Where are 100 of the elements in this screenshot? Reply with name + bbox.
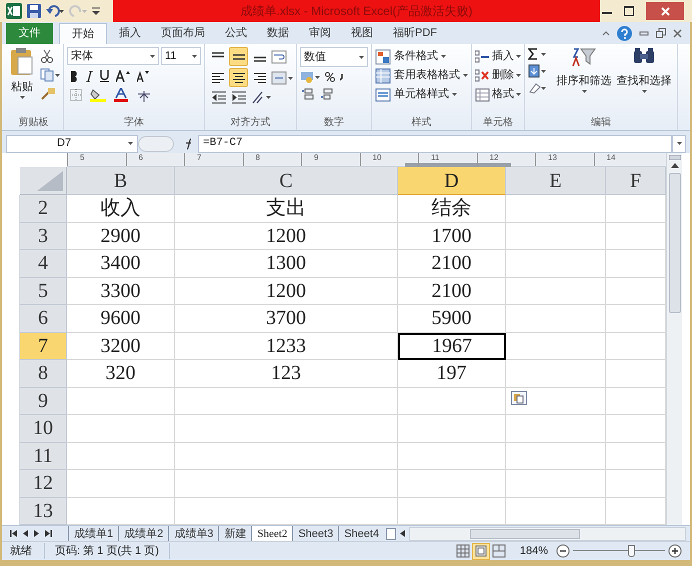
table-cell[interactable]: 1233 xyxy=(175,332,398,360)
table-cell[interactable] xyxy=(506,222,606,250)
caret-icon[interactable] xyxy=(192,54,197,58)
table-cell[interactable]: 1700 xyxy=(398,222,506,250)
table-cell[interactable]: 2100 xyxy=(398,278,506,305)
percent-icon[interactable] xyxy=(325,72,335,82)
table-cell[interactable]: 1200 xyxy=(175,222,398,250)
currency-icon[interactable] xyxy=(300,70,320,84)
table-cell[interactable] xyxy=(398,388,506,415)
underline-icon[interactable] xyxy=(100,70,109,82)
ribbon-button[interactable]: 插入 xyxy=(475,47,521,66)
row-header[interactable]: 13 xyxy=(20,498,67,525)
sheet-tab[interactable]: Sheet2 xyxy=(251,526,292,542)
fill-icon[interactable] xyxy=(528,64,546,78)
zoom-out-icon[interactable] xyxy=(556,544,570,558)
ribbon-tab[interactable]: 插入 xyxy=(111,23,149,44)
table-cell[interactable]: 1300 xyxy=(175,250,398,278)
zoom-in-icon[interactable] xyxy=(668,544,682,558)
formula-field[interactable]: =B7-C7 xyxy=(198,134,672,152)
table-cell[interactable]: 9600 xyxy=(67,305,175,332)
cut-icon[interactable] xyxy=(40,49,54,63)
restore-icon[interactable] xyxy=(656,28,666,38)
text-orientation-icon[interactable] xyxy=(252,91,272,104)
format-painter-icon[interactable] xyxy=(40,87,56,101)
font-name-field[interactable]: 宋体 xyxy=(67,47,159,65)
increase-decimal-icon[interactable] xyxy=(300,88,314,100)
table-cell[interactable] xyxy=(506,470,606,498)
row-header[interactable]: 11 xyxy=(20,442,67,470)
horizontal-scrollbar[interactable] xyxy=(409,526,686,540)
table-cell[interactable]: 1200 xyxy=(175,278,398,305)
row-header[interactable]: 5 xyxy=(20,278,67,305)
row-header[interactable]: 10 xyxy=(20,415,67,442)
phonetic-icon[interactable] xyxy=(136,88,152,102)
table-cell[interactable]: 结余 xyxy=(398,195,506,222)
ribbon-tab[interactable]: 数据 xyxy=(259,23,297,44)
row-header[interactable]: 8 xyxy=(20,360,67,388)
table-cell[interactable]: 1967 xyxy=(398,332,506,360)
table-cell[interactable] xyxy=(67,415,175,442)
ribbon-tab[interactable]: 福昕PDF xyxy=(385,23,445,44)
copy-icon[interactable] xyxy=(40,68,60,82)
clear-icon[interactable] xyxy=(528,82,546,94)
table-cell[interactable] xyxy=(506,332,606,360)
column-header[interactable]: B xyxy=(67,167,175,195)
table-cell[interactable] xyxy=(506,305,606,332)
table-cell[interactable] xyxy=(506,442,606,470)
maximize-icon[interactable] xyxy=(624,6,634,16)
caret-icon[interactable] xyxy=(642,90,646,92)
ribbon-button[interactable]: 查找和选择 xyxy=(614,47,674,94)
table-cell[interactable]: 2900 xyxy=(67,222,175,250)
table-cell[interactable] xyxy=(506,360,606,388)
table-cell[interactable]: 3700 xyxy=(175,305,398,332)
table-cell[interactable] xyxy=(398,470,506,498)
ribbon-tab[interactable]: 文件 xyxy=(6,23,53,44)
table-cell[interactable]: 197 xyxy=(398,360,506,388)
ribbon-button[interactable]: 单元格样式 xyxy=(375,85,457,104)
increase-indent-icon[interactable] xyxy=(232,91,246,104)
collapse-ribbon-icon[interactable] xyxy=(602,30,610,36)
ribbon-button[interactable]: 格式 xyxy=(475,85,521,104)
ribbon-tab[interactable]: 开始 xyxy=(59,23,107,44)
table-cell[interactable] xyxy=(175,442,398,470)
table-cell[interactable]: 3200 xyxy=(67,332,175,360)
bold-icon[interactable] xyxy=(70,70,79,82)
wrap-text-icon[interactable] xyxy=(271,50,287,64)
number-format-field[interactable]: 数值 xyxy=(300,47,368,67)
undo-icon[interactable] xyxy=(46,5,64,17)
row-header[interactable]: 12 xyxy=(20,470,67,498)
borders-icon[interactable] xyxy=(70,89,82,101)
decrease-font-size-icon[interactable] xyxy=(137,70,149,82)
ribbon-tab[interactable]: 视图 xyxy=(343,23,381,44)
ribbon-tab[interactable]: 页面布局 xyxy=(153,23,213,44)
caret-icon[interactable] xyxy=(463,74,468,77)
table-cell[interactable] xyxy=(175,388,398,415)
table-cell[interactable]: 123 xyxy=(175,360,398,388)
caret-icon[interactable] xyxy=(452,93,457,96)
last-sheet-icon[interactable] xyxy=(45,530,52,537)
name-box[interactable]: D7 xyxy=(6,134,138,152)
table-cell[interactable] xyxy=(67,470,175,498)
row-header[interactable]: 4 xyxy=(20,250,67,278)
table-cell[interactable] xyxy=(398,442,506,470)
help-icon[interactable] xyxy=(617,26,632,40)
ribbon-button[interactable]: 条件格式 xyxy=(375,47,446,66)
table-cell[interactable] xyxy=(398,415,506,442)
previous-sheet-icon[interactable] xyxy=(23,530,28,537)
view-page-break-button[interactable] xyxy=(490,542,508,560)
autosum-icon[interactable] xyxy=(528,48,546,60)
vertical-scrollbar[interactable] xyxy=(666,153,682,525)
table-cell[interactable]: 2100 xyxy=(398,250,506,278)
comma-style-icon[interactable] xyxy=(340,73,344,81)
table-cell[interactable]: 收入 xyxy=(67,195,175,222)
align-middle-button[interactable] xyxy=(229,47,248,66)
column-header[interactable]: E xyxy=(506,167,606,195)
caret-icon[interactable] xyxy=(516,74,521,77)
table-cell[interactable] xyxy=(506,278,606,305)
table-cell[interactable] xyxy=(67,442,175,470)
caret-icon[interactable] xyxy=(20,96,24,98)
table-cell[interactable] xyxy=(506,415,606,442)
table-cell[interactable]: 5900 xyxy=(398,305,506,332)
fill-color-icon[interactable] xyxy=(90,88,106,102)
caret-icon[interactable] xyxy=(359,56,364,58)
column-header[interactable]: C xyxy=(175,167,398,195)
